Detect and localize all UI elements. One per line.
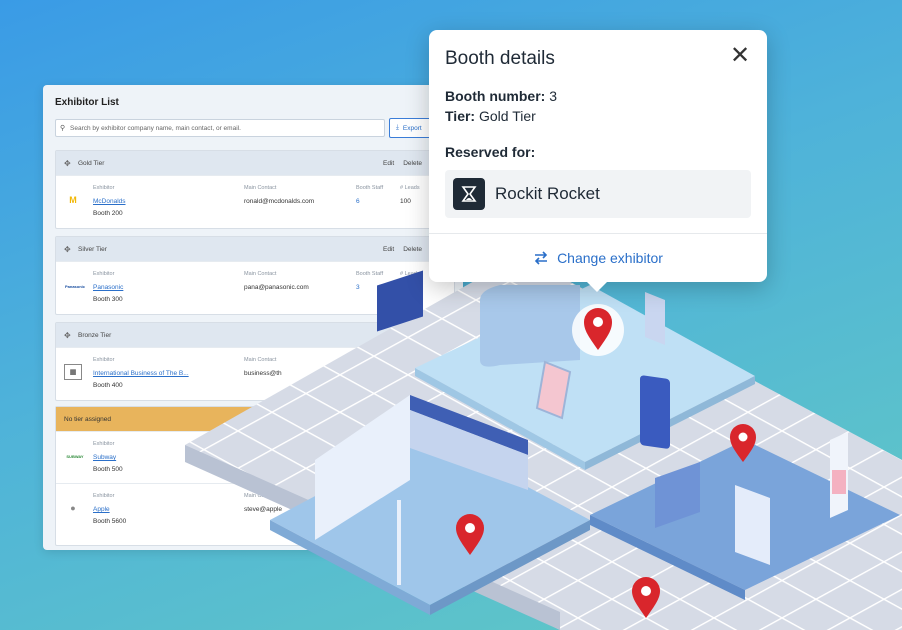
banner-stand — [735, 485, 770, 565]
swap-arrows-icon — [534, 251, 548, 265]
tier-row: Tier: Gold Tier — [445, 108, 536, 124]
map-pin-icon[interactable] — [572, 304, 624, 356]
screen-face — [645, 292, 665, 345]
exhibitor-name: Rockit Rocket — [495, 184, 600, 203]
rocket-logo-icon — [453, 178, 485, 210]
change-exhibitor-label: Change exhibitor — [557, 250, 663, 266]
booth-pole — [397, 500, 401, 585]
divider — [429, 233, 767, 234]
reserved-for-label: Reserved for: — [445, 144, 536, 160]
popover-title: Booth details — [445, 48, 555, 69]
brochure — [832, 470, 846, 494]
reserved-exhibitor-card[interactable]: Rockit Rocket — [445, 170, 751, 218]
close-icon[interactable]: ✕ — [729, 44, 751, 68]
booth-number-value: 3 — [549, 88, 558, 104]
tier-label: Tier: — [445, 108, 476, 124]
tier-value: Gold Tier — [478, 108, 536, 124]
reserved-for-row: Reserved for: — [445, 144, 535, 160]
display-screen — [640, 375, 670, 449]
booth-details-popover: Booth details ✕ Booth number: 3 Tier: Go… — [429, 30, 767, 292]
curved-wall — [480, 285, 580, 367]
booth-number-label: Booth number: — [445, 88, 546, 104]
booth-number-row: Booth number: 3 — [445, 88, 557, 104]
change-exhibitor-button[interactable]: Change exhibitor — [429, 244, 767, 272]
